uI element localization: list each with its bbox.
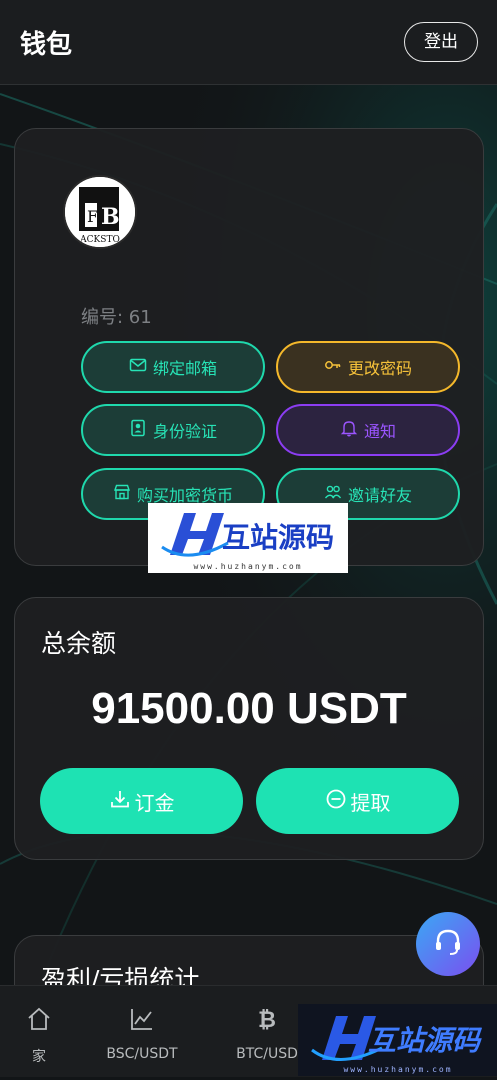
download-icon bbox=[109, 788, 131, 815]
corner-watermark-logo: 互站源码 www.huzhanym.com bbox=[298, 1004, 497, 1076]
identity-verification-label: 身份验证 bbox=[152, 422, 217, 441]
watermark-url: www.huzhanym.com bbox=[193, 562, 302, 571]
watermark-text: 互站源码 bbox=[222, 521, 334, 554]
notification-button[interactable]: 通知 bbox=[276, 404, 460, 456]
withdraw-label: 提取 bbox=[350, 790, 391, 815]
key-icon bbox=[324, 356, 342, 378]
tab-home-label: 家 bbox=[32, 1049, 46, 1065]
svg-text:F: F bbox=[87, 207, 98, 226]
tab-home[interactable]: 家 bbox=[0, 986, 89, 1077]
id-card-icon bbox=[129, 419, 147, 441]
user-id: 编号: 61 bbox=[81, 307, 152, 328]
headset-icon bbox=[431, 925, 465, 963]
bell-icon bbox=[340, 419, 358, 441]
mail-icon bbox=[129, 356, 147, 378]
identity-verification-button[interactable]: 身份验证 bbox=[81, 404, 265, 456]
avatar[interactable]: B F ACKSTO bbox=[63, 175, 137, 249]
balance-card: 总余额 91500.00 USDT 订金 提取 bbox=[14, 597, 484, 860]
app-header: 钱包 登出 bbox=[0, 0, 497, 85]
corner-watermark-url: www.huzhanym.com bbox=[343, 1065, 452, 1074]
profile-card: B F ACKSTO 编号: 61 绑定邮箱 更改密码 身份验证 通知 购买加密… bbox=[14, 128, 484, 566]
tab-bsc-usdt[interactable]: BSC/USDT bbox=[92, 986, 192, 1077]
watermark-logo: 互站源码 www.huzhanym.com bbox=[148, 503, 348, 573]
minus-circle-icon bbox=[325, 788, 347, 815]
deposit-label: 订金 bbox=[134, 790, 175, 815]
svg-text:₿: ₿ bbox=[258, 1008, 276, 1032]
change-password-label: 更改密码 bbox=[347, 359, 412, 378]
deposit-button[interactable]: 订金 bbox=[40, 768, 243, 834]
page-title: 钱包 bbox=[20, 30, 73, 60]
bind-email-button[interactable]: 绑定邮箱 bbox=[81, 341, 265, 393]
invite-friends-label: 邀请好友 bbox=[347, 486, 412, 505]
bind-email-label: 绑定邮箱 bbox=[152, 359, 217, 378]
tab-bsc-usdt-label: BSC/USDT bbox=[106, 1046, 178, 1062]
change-password-button[interactable]: 更改密码 bbox=[276, 341, 460, 393]
balance-label: 总余额 bbox=[41, 629, 117, 658]
corner-watermark-text: 互站源码 bbox=[368, 1024, 483, 1057]
users-icon bbox=[324, 483, 342, 505]
svg-text:B: B bbox=[101, 204, 120, 230]
balance-amount: 91500.00 USDT bbox=[91, 684, 407, 733]
store-icon bbox=[113, 483, 131, 505]
withdraw-button[interactable]: 提取 bbox=[256, 768, 459, 834]
customer-support-button[interactable] bbox=[416, 912, 480, 976]
notification-label: 通知 bbox=[363, 422, 396, 441]
avatar-text: ACKSTO bbox=[79, 235, 120, 245]
logout-button[interactable]: 登出 bbox=[404, 22, 478, 62]
